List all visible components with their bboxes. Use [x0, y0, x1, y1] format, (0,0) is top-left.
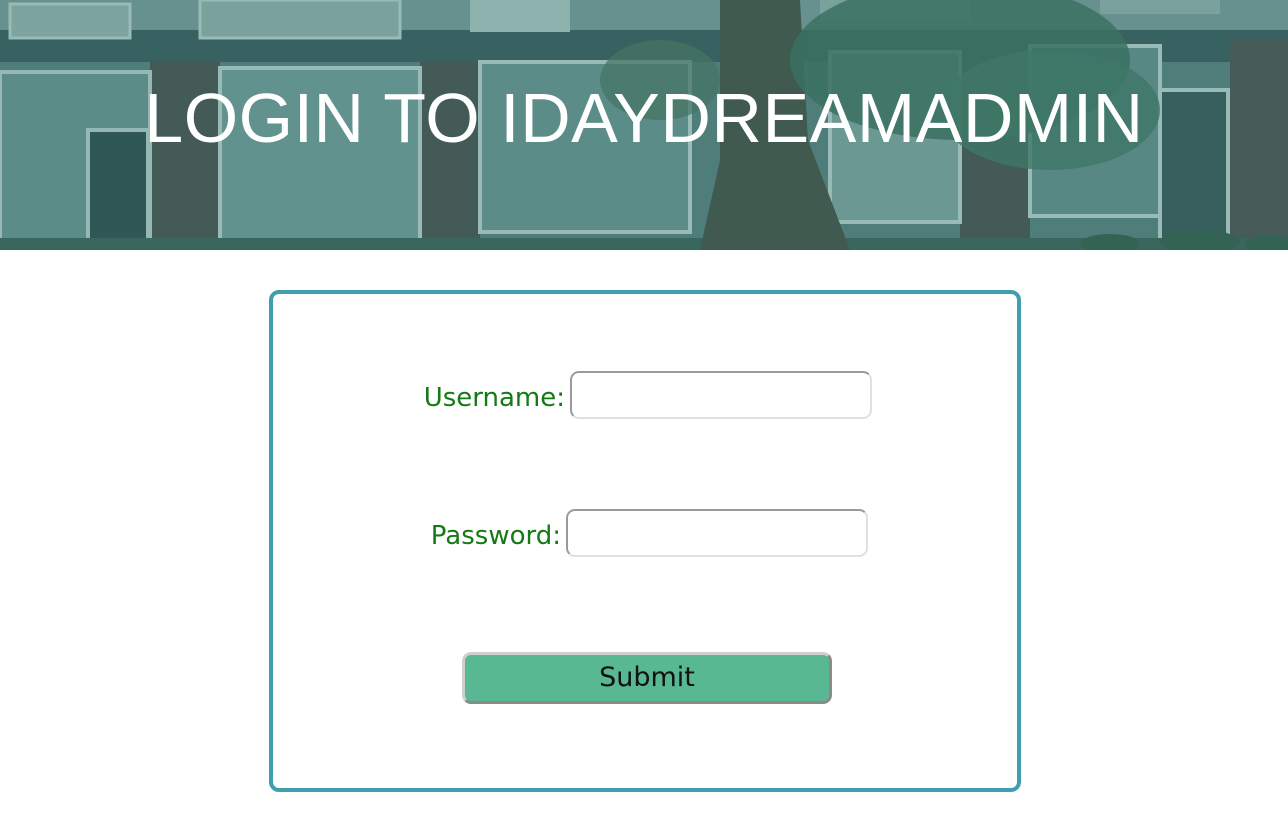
- login-form: Username: Password: Submit: [269, 290, 1021, 792]
- password-label: Password:: [430, 521, 561, 551]
- username-row: Username:: [273, 371, 1017, 423]
- header-banner: LOGIN TO IDAYDREAMADMIN: [0, 0, 1288, 250]
- username-input[interactable]: [570, 371, 872, 419]
- password-row: Password:: [273, 509, 1017, 561]
- username-label: Username:: [423, 383, 565, 413]
- page-title: LOGIN TO IDAYDREAMADMIN: [144, 79, 1144, 157]
- submit-button[interactable]: Submit: [462, 652, 832, 704]
- password-input[interactable]: [566, 509, 868, 557]
